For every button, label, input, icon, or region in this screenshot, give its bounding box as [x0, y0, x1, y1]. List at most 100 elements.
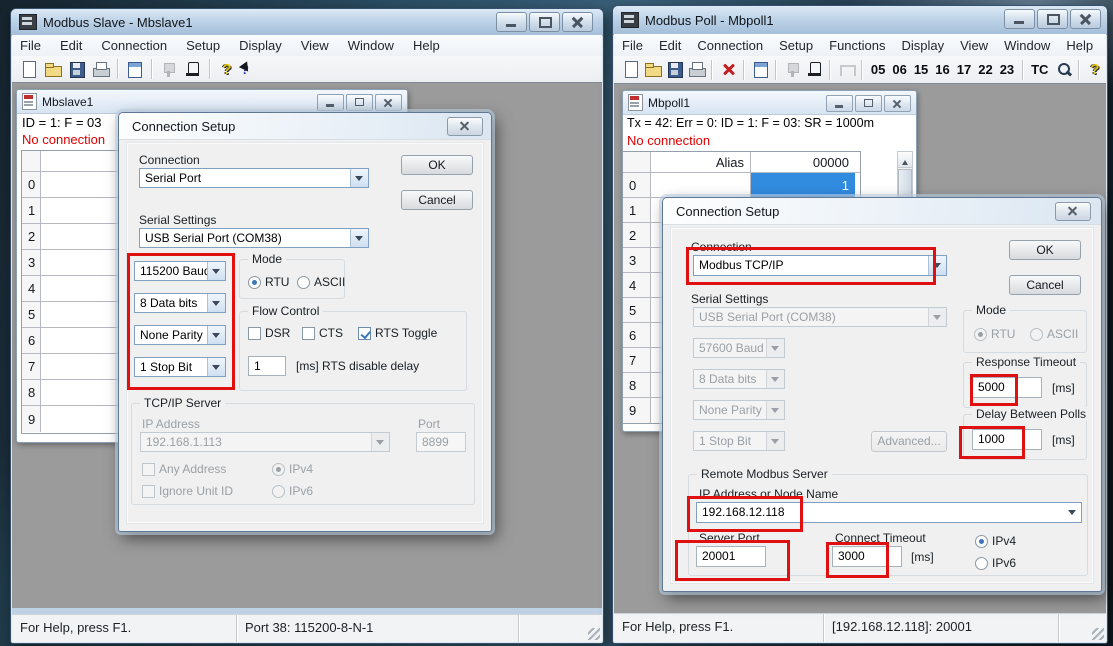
minimize-button[interactable]: [496, 12, 527, 32]
print-icon[interactable]: [91, 60, 111, 79]
pulse-icon[interactable]: [837, 60, 855, 79]
menu-view[interactable]: View: [301, 38, 329, 53]
function-15-button[interactable]: 15: [914, 62, 928, 77]
mbpoll1-titlebar[interactable]: Mbpoll1: [623, 91, 916, 115]
row-header[interactable]: 9: [623, 398, 651, 423]
cancel-button[interactable]: Cancel: [401, 190, 473, 210]
menu-functions[interactable]: Functions: [829, 38, 885, 53]
new-file-icon[interactable]: [19, 60, 39, 79]
communication-icon[interactable]: [183, 60, 203, 79]
chevron-down-icon[interactable]: [350, 169, 368, 187]
alias-cell[interactable]: [651, 173, 751, 197]
help-icon[interactable]: ?: [217, 60, 237, 79]
menu-connection[interactable]: Connection: [697, 38, 763, 53]
row-header[interactable]: 3: [22, 250, 41, 275]
minimize-button[interactable]: [1004, 9, 1035, 29]
child-restore-button[interactable]: [855, 95, 882, 112]
menu-view[interactable]: View: [960, 38, 988, 53]
menu-edit[interactable]: Edit: [659, 38, 681, 53]
close-button[interactable]: [562, 12, 593, 32]
child-restore-button[interactable]: [346, 94, 373, 111]
rts-toggle-checkbox[interactable]: [358, 327, 371, 340]
row-header[interactable]: 1: [22, 198, 41, 223]
dsr-checkbox[interactable]: [248, 327, 261, 340]
close-button[interactable]: [1070, 9, 1101, 29]
corner-cell[interactable]: [22, 151, 41, 171]
find-icon[interactable]: [1054, 60, 1072, 79]
selected-register-cell[interactable]: 1: [751, 173, 855, 197]
function-05-button[interactable]: 05: [871, 62, 885, 77]
menu-display[interactable]: Display: [239, 38, 282, 53]
connect-icon[interactable]: [783, 60, 801, 79]
register-header[interactable]: 00000: [751, 152, 855, 172]
row-header[interactable]: 5: [22, 302, 41, 327]
row-header[interactable]: 7: [623, 348, 651, 372]
rtu-radio[interactable]: [248, 276, 261, 289]
rts-delay-input[interactable]: 1: [248, 356, 286, 376]
dialog-titlebar[interactable]: Connection Setup: [663, 198, 1101, 225]
context-help-icon[interactable]: ?: [241, 60, 261, 79]
child-close-button[interactable]: [375, 94, 402, 111]
menu-edit[interactable]: Edit: [60, 38, 82, 53]
open-file-icon[interactable]: [643, 60, 661, 79]
row-header[interactable]: 2: [22, 224, 41, 249]
test-center-button[interactable]: TC: [1031, 62, 1048, 77]
row-header[interactable]: 4: [623, 273, 651, 297]
communication-icon[interactable]: [805, 60, 823, 79]
ok-button[interactable]: OK: [401, 155, 473, 175]
scroll-up-icon[interactable]: [898, 152, 912, 168]
chevron-down-icon[interactable]: [350, 229, 368, 247]
save-icon[interactable]: [67, 60, 87, 79]
menu-file[interactable]: File: [20, 38, 41, 53]
resize-grip[interactable]: [588, 628, 600, 640]
row-header[interactable]: 0: [22, 172, 41, 197]
row-header[interactable]: 1: [623, 198, 651, 222]
ipv4-radio[interactable]: [975, 535, 988, 548]
ipv6-radio[interactable]: [975, 557, 988, 570]
menu-display[interactable]: Display: [902, 38, 945, 53]
serial-port-combo[interactable]: USB Serial Port (COM38): [139, 228, 369, 248]
child-minimize-button[interactable]: [317, 94, 344, 111]
print-icon[interactable]: [687, 60, 705, 79]
row-header[interactable]: 6: [22, 328, 41, 353]
mbslave1-titlebar[interactable]: Mbslave1: [17, 90, 407, 114]
function-23-button[interactable]: 23: [1000, 62, 1014, 77]
chevron-down-icon[interactable]: [1064, 503, 1081, 522]
row-header[interactable]: 7: [22, 354, 41, 379]
help-icon[interactable]: ?: [1086, 60, 1104, 79]
dialog-titlebar[interactable]: Connection Setup: [119, 113, 491, 140]
disconnect-icon[interactable]: [719, 60, 737, 79]
child-minimize-button[interactable]: [826, 95, 853, 112]
row-header[interactable]: 8: [623, 373, 651, 397]
connection-combo[interactable]: Serial Port: [139, 168, 369, 188]
save-icon[interactable]: [665, 60, 683, 79]
row-header[interactable]: 3: [623, 248, 651, 272]
display-setup-icon[interactable]: [125, 60, 145, 79]
corner-cell[interactable]: [623, 152, 651, 172]
alias-header[interactable]: Alias: [651, 152, 751, 172]
menu-help[interactable]: Help: [1066, 38, 1093, 53]
dialog-close-icon[interactable]: [447, 117, 483, 136]
new-file-icon[interactable]: [621, 60, 639, 79]
row-header[interactable]: 4: [22, 276, 41, 301]
function-17-button[interactable]: 17: [957, 62, 971, 77]
function-22-button[interactable]: 22: [978, 62, 992, 77]
maximize-button[interactable]: [529, 12, 560, 32]
row-header[interactable]: 8: [22, 380, 41, 405]
menu-file[interactable]: File: [622, 38, 643, 53]
modbus-poll-titlebar[interactable]: Modbus Poll - Mbpoll1: [613, 6, 1107, 35]
row-header[interactable]: 0: [623, 173, 651, 197]
display-setup-icon[interactable]: [751, 60, 769, 79]
row-header[interactable]: 6: [623, 323, 651, 347]
row-header[interactable]: 2: [623, 223, 651, 247]
menu-window[interactable]: Window: [348, 38, 394, 53]
connect-icon[interactable]: [159, 60, 179, 79]
open-file-icon[interactable]: [43, 60, 63, 79]
menu-connection[interactable]: Connection: [101, 38, 167, 53]
menu-window[interactable]: Window: [1004, 38, 1050, 53]
child-close-button[interactable]: [884, 95, 911, 112]
function-06-button[interactable]: 06: [892, 62, 906, 77]
menu-setup[interactable]: Setup: [186, 38, 220, 53]
dialog-close-icon[interactable]: [1055, 202, 1091, 221]
function-16-button[interactable]: 16: [935, 62, 949, 77]
